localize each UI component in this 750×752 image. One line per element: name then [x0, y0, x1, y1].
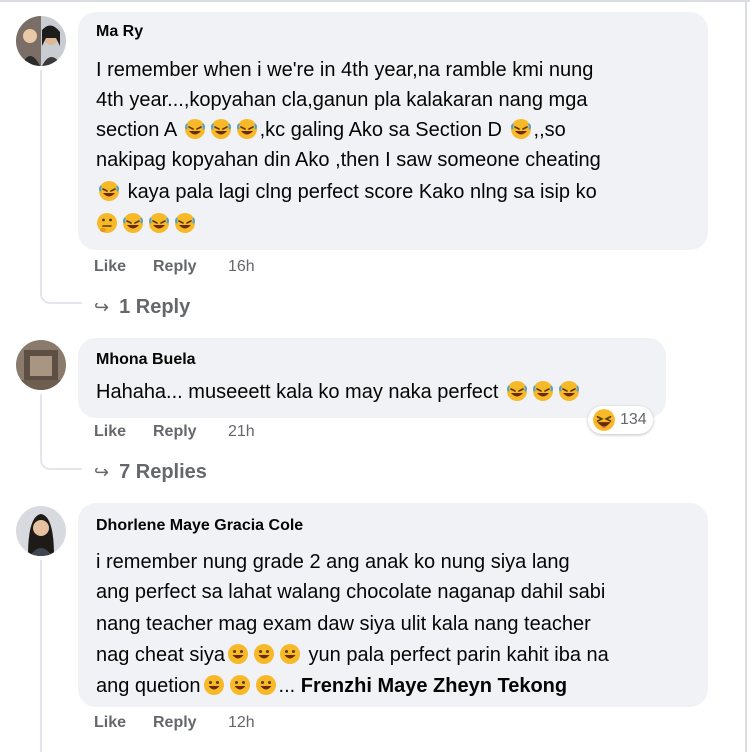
avatar-photo — [16, 16, 66, 66]
comment-text-line: 4th year...,kopyahan cla,ganun pla kalak… — [96, 89, 588, 111]
comment-text-line: I remember when i we're in 4th year,na r… — [96, 59, 594, 81]
comment-author[interactable]: Mhona Buela — [96, 351, 196, 369]
like-button[interactable]: Like — [94, 423, 126, 441]
reply-button[interactable]: Reply — [153, 423, 197, 441]
avatar[interactable] — [16, 340, 66, 390]
comment-actions: Like Reply 21h — [94, 423, 294, 443]
thread-line — [40, 70, 42, 280]
comment-text-span: yun pala perfect parin kahit iba na — [308, 644, 609, 666]
smiley-emoji — [229, 675, 250, 695]
rofl-emoji — [148, 212, 170, 234]
like-button[interactable]: Like — [94, 258, 126, 276]
reply-button[interactable]: Reply — [153, 714, 197, 732]
comment-text-span: section A — [96, 119, 177, 141]
smiley-emoji — [253, 644, 274, 664]
rofl-emoji — [209, 118, 232, 140]
rofl-emoji — [122, 212, 144, 234]
rofl-emoji — [235, 118, 258, 140]
smiley-emoji — [255, 675, 276, 695]
rofl-emoji — [509, 118, 532, 140]
comment-timestamp[interactable]: 21h — [228, 423, 255, 441]
comment-text-span: nag cheat siya — [96, 644, 225, 666]
comment-text-span: ,kc galing Ako sa Section D — [259, 119, 502, 141]
reaction-summary[interactable]: 134 — [588, 406, 653, 434]
thinking-emoji — [96, 212, 118, 234]
right-scroll-edge — [745, 0, 747, 752]
comment-author[interactable]: Ma Ry — [96, 23, 143, 41]
thread-line — [40, 560, 42, 752]
smiley-emoji — [279, 644, 300, 664]
comment-author[interactable]: Dhorlene Maye Gracia Cole — [96, 517, 303, 535]
thread-elbow — [40, 280, 82, 304]
reply-arrow-icon: ↪ — [94, 297, 110, 317]
replies-label: 1 Reply — [119, 296, 191, 318]
rofl-emoji — [183, 118, 206, 140]
view-replies-link[interactable]: ↪ 1 Reply — [94, 296, 190, 319]
avatar[interactable] — [16, 16, 66, 66]
comment-text-line: nakipag kopyahan din Ako ,then I saw som… — [96, 149, 601, 171]
like-button[interactable]: Like — [94, 714, 126, 732]
user-mention[interactable]: Frenzhi Maye Zheyn Tekong — [301, 675, 567, 697]
comment-timestamp[interactable]: 12h — [228, 714, 255, 732]
avatar-photo — [16, 506, 66, 556]
reply-arrow-icon: ↪ — [94, 462, 110, 482]
rofl-emoji — [174, 212, 196, 234]
comment-text-line: nag cheat siya yun pala perfect parin ka… — [96, 643, 609, 667]
comment-actions: Like Reply 16h — [94, 258, 294, 278]
rofl-emoji — [532, 380, 555, 402]
comment-actions: Like Reply 12h — [94, 714, 294, 734]
comment-bubble — [78, 338, 666, 418]
thread-line — [40, 394, 42, 446]
comment-text-line: Hahaha... museeett kala ko may naka perf… — [96, 380, 582, 404]
replies-label: 7 Replies — [119, 461, 207, 483]
comment-text-span: kaya pala lagi clng perfect score Kako n… — [127, 181, 597, 203]
comment-text-span: ,,so — [533, 119, 566, 141]
top-border — [0, 0, 750, 2]
comment-emoji-line — [94, 212, 198, 236]
comment-text-line: ang perfect sa lahat walang chocolate na… — [96, 581, 606, 603]
smiley-emoji — [203, 675, 224, 695]
comment-text-line: i remember nung grade 2 ang anak ko nung… — [96, 551, 570, 573]
comment-text-line: section A ,kc galing Ako sa Section D ,,… — [96, 118, 566, 142]
comment-text-line: nang teacher mag exam daw siya ulit kala… — [96, 613, 591, 635]
haha-reaction-icon — [593, 409, 615, 431]
comment-text-span: Hahaha... museeett kala ko may naka perf… — [96, 381, 499, 403]
comment-timestamp[interactable]: 16h — [228, 258, 255, 276]
view-replies-link[interactable]: ↪ 7 Replies — [94, 461, 207, 484]
rofl-emoji — [558, 380, 581, 402]
comment-text-span: ang quetion — [96, 675, 201, 697]
rofl-emoji — [506, 380, 529, 402]
reaction-count: 134 — [620, 411, 647, 428]
comment-text-line: kaya pala lagi clng perfect score Kako n… — [96, 180, 597, 204]
smiley-emoji — [227, 644, 248, 664]
reply-button[interactable]: Reply — [153, 258, 197, 276]
avatar[interactable] — [16, 506, 66, 556]
rofl-emoji — [98, 180, 120, 202]
thread-elbow — [40, 446, 82, 470]
avatar-photo — [16, 340, 66, 390]
comment-text-line: ang quetion... Frenzhi Maye Zheyn Tekong — [96, 675, 568, 697]
